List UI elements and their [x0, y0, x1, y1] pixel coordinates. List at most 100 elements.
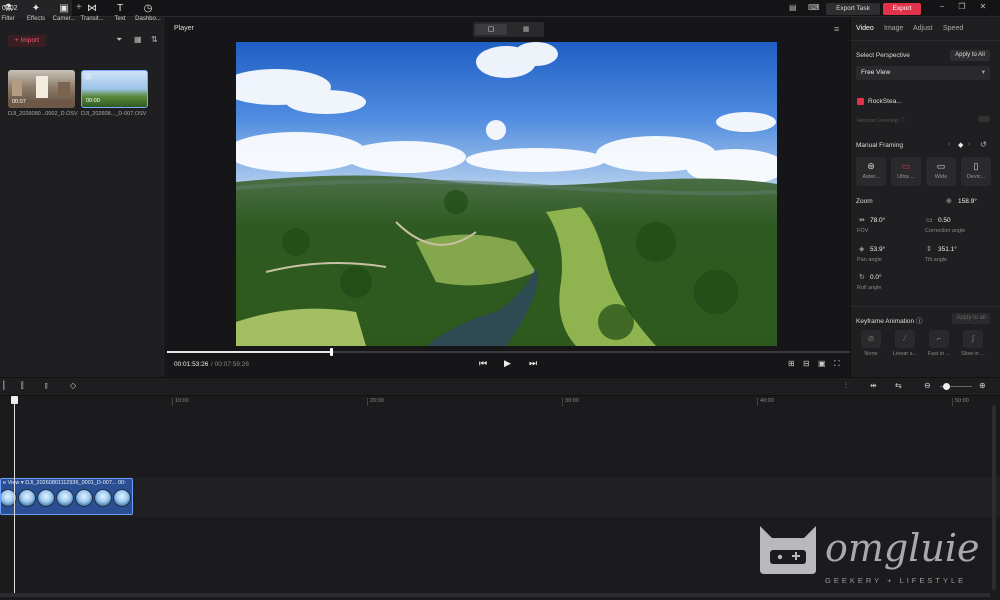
clip-1-duration: 00:07 — [12, 99, 26, 105]
timeline-vertical-scrollbar[interactable] — [992, 405, 996, 590]
single-view-icon[interactable]: ▢ — [475, 24, 507, 35]
apply-to-all-button[interactable]: Apply to All — [950, 50, 990, 61]
keyframe-option-label: Fast in ... — [927, 351, 951, 357]
toolbar-label: Transit... — [80, 16, 104, 22]
pan-value[interactable]: 53.9° — [870, 246, 885, 253]
trim-right-icon[interactable]: ⫾ — [45, 381, 48, 391]
framing-ultra-wide[interactable]: ▭ Ultra ... — [891, 157, 921, 186]
player-menu-icon[interactable]: ≡ — [834, 24, 839, 34]
toolbar-transition[interactable]: ⋈ Transit... — [78, 2, 106, 22]
media-clip-1[interactable]: 00:07 — [8, 70, 75, 108]
timeline-clip-label: e View ▾ DJI_20260801112936_0001_D-007..… — [3, 480, 126, 486]
tab-speed[interactable]: Speed — [943, 25, 963, 32]
tab-adjust[interactable]: Adjust — [913, 25, 932, 32]
timeline-toolbar — [0, 377, 1000, 396]
link-icon[interactable]: ⇆ — [895, 381, 902, 390]
add-keyframe-icon[interactable]: ◆ — [958, 141, 963, 149]
keyframe-apply-all-button[interactable]: Apply to all — [952, 313, 990, 324]
export-label: Export — [892, 5, 912, 12]
close-button[interactable]: ✕ — [976, 2, 990, 15]
minimize-button[interactable]: − — [935, 2, 949, 15]
zoom-label: Zoom — [856, 198, 873, 205]
ultra-wide-icon: ▭ — [901, 161, 911, 171]
split-view-icon[interactable]: ▦ — [510, 24, 542, 35]
zoom-out-icon[interactable]: ⊖ — [924, 381, 931, 390]
perspective-select[interactable]: Free View ▾ — [856, 66, 990, 80]
tab-image[interactable]: Image — [884, 25, 903, 32]
pan-icon: ◈ — [859, 246, 865, 253]
playhead[interactable] — [14, 396, 15, 596]
shortcut-icon[interactable]: ⌨ — [808, 3, 820, 12]
ruler-label: 20:00 — [370, 398, 384, 404]
framing-wide[interactable]: ▭ Wide — [926, 157, 956, 186]
toolbar-effects[interactable]: ✦ Effects — [22, 2, 50, 22]
keyframe-fast-in[interactable]: ⌐ Fast in ... — [926, 330, 952, 357]
rocksteady-checkbox[interactable] — [857, 98, 864, 105]
next-frame-icon[interactable]: ⏭ — [529, 358, 537, 369]
safe-frame-icon[interactable]: ⊟ — [803, 359, 810, 368]
split-icon[interactable]: ▕ — [0, 381, 4, 390]
grid-view-icon[interactable]: ▦ — [134, 35, 142, 44]
snapshot-icon[interactable]: ▣ — [818, 359, 826, 368]
pan-label: Pan angle — [857, 257, 882, 263]
keyframe-none[interactable]: ⊘ None — [858, 330, 884, 357]
zoom-value[interactable]: 158.9° — [958, 198, 977, 205]
keyframe-linear[interactable]: ⁄ Linear s... — [892, 330, 918, 357]
toolbar-label: Text — [114, 16, 126, 22]
next-keyframe-icon[interactable]: › — [968, 141, 970, 148]
keyframe-slow-in[interactable]: ∫ Slow in ... — [960, 330, 986, 357]
tilt-value[interactable]: 351.1° — [938, 246, 957, 253]
import-button[interactable]: + Import — [8, 35, 46, 47]
zoom-in-icon[interactable]: ⊕ — [979, 381, 986, 390]
toolbar-filter[interactable]: ⚗ Filter — [0, 2, 22, 22]
restore-button[interactable]: ❐ — [955, 2, 969, 15]
export-button[interactable]: Export — [883, 3, 921, 15]
sort-icon[interactable]: ⇅ — [151, 35, 158, 44]
toolbar-label: Camer... — [52, 16, 76, 22]
toolbar-dashboard[interactable]: ◷ Dashbo... — [134, 2, 162, 22]
export-task-button[interactable]: Export Task — [826, 3, 880, 15]
play-icon[interactable]: ▶ — [504, 358, 511, 369]
playback-scrubber[interactable] — [329, 348, 333, 356]
none-icon: ⊘ — [861, 330, 881, 348]
fast-in-icon: ⌐ — [929, 330, 949, 348]
roll-value[interactable]: 0.0° — [870, 274, 882, 281]
fov-label: FOV — [857, 228, 869, 234]
framing-asteroid[interactable]: ⊛ Aster... — [856, 157, 886, 186]
timeline-horizontal-scrollbar[interactable] — [0, 593, 990, 597]
tilt-label: Tilt angle — [925, 257, 948, 263]
ruler-tick — [172, 398, 173, 406]
clip-frame — [18, 489, 36, 507]
view-toggle[interactable]: ▢ ▦ — [473, 22, 544, 37]
media-clip-2[interactable]: ⊡ 00:00 — [81, 70, 148, 108]
camera-icon: ▣ — [59, 3, 69, 14]
ruler-label: 50:00 — [955, 398, 969, 404]
prev-keyframe-icon[interactable]: ‹ — [948, 141, 950, 148]
toolbar-text[interactable]: T Text — [106, 2, 134, 22]
timeline-clip[interactable]: e View ▾ DJI_20260801112936_0001_D-007..… — [0, 478, 133, 515]
audio-wave-icon[interactable]: ⫶ — [845, 381, 847, 391]
filter-sort-icon[interactable]: ⏷ — [116, 35, 122, 45]
fov-value[interactable]: 78.0° — [870, 217, 885, 224]
framing-device[interactable]: ▯ Devic... — [961, 157, 991, 186]
playback-progress-fill — [167, 351, 331, 353]
video-preview[interactable] — [236, 42, 777, 346]
horizon-leveling-toggle[interactable] — [978, 116, 990, 122]
layout-icon[interactable]: ▤ — [789, 3, 797, 12]
keyframe-animation-label: Keyframe Animation ⓘ — [856, 318, 923, 325]
correction-value[interactable]: 0.50 — [938, 217, 951, 224]
playhead-handle[interactable] — [11, 396, 18, 404]
aspect-ratio-icon[interactable]: ⊞ — [788, 359, 795, 368]
trim-left-icon[interactable]: ⫿ — [21, 381, 24, 391]
tab-video[interactable]: Video — [856, 25, 874, 32]
fullscreen-icon[interactable]: ⛶ — [834, 359, 840, 369]
previous-frame-icon[interactable]: ⏮ — [479, 358, 487, 369]
ruler-label: 30:00 — [565, 398, 579, 404]
ruler-tick — [757, 398, 758, 406]
timeline-ruler[interactable] — [0, 396, 1000, 406]
snap-icon[interactable]: ⇹ — [870, 381, 877, 390]
reset-icon[interactable]: ↺ — [980, 140, 987, 149]
zoom-icon: ⊕ — [946, 198, 952, 205]
keyframe-icon[interactable]: ◇ — [70, 381, 76, 390]
toolbar-camera[interactable]: ▣ Camer... — [50, 2, 78, 22]
